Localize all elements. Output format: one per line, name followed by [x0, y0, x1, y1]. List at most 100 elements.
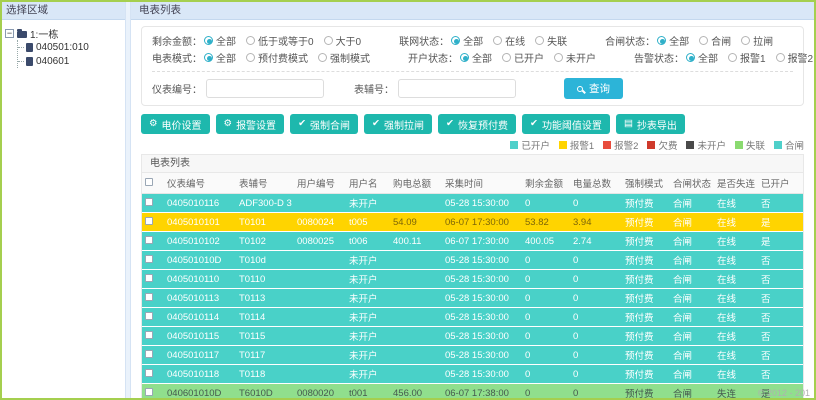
table-cell: 0 — [522, 307, 570, 327]
table-cell: 0 — [570, 345, 622, 365]
file-icon — [26, 56, 33, 66]
table-row[interactable]: 0405010116 ADF300-D 3 未开户 05-28 15:30:00 0 0 预… — [142, 193, 803, 213]
row-checkbox[interactable] — [145, 330, 153, 339]
radio-option[interactable]: 全部 — [451, 33, 483, 48]
table-row[interactable]: 040501010D T010d 未开户 05-28 15:30:00 0 0 预付费 合闸在… — [142, 250, 803, 270]
row-checkbox[interactable] — [145, 349, 153, 358]
radio-option[interactable]: 低于或等于0 — [246, 33, 314, 48]
radio-option[interactable]: 全部 — [204, 50, 236, 65]
table-row[interactable]: 040601010D T6010D 0080020 t001 456.00 06-07 1… — [142, 383, 803, 398]
radio-option[interactable]: 在线 — [493, 33, 525, 48]
radio-icon[interactable] — [554, 53, 563, 62]
row-checkbox[interactable] — [145, 311, 153, 320]
radio-selected-icon[interactable] — [460, 53, 469, 62]
radio-label: 全部 — [216, 54, 236, 65]
table-cell: 未开户 — [346, 269, 390, 289]
table-cell: 0 — [570, 193, 622, 213]
radio-option[interactable]: 失联 — [535, 33, 567, 48]
row-checkbox[interactable] — [145, 368, 153, 377]
radio-selected-icon[interactable] — [686, 53, 695, 62]
radio-icon[interactable] — [728, 53, 737, 62]
table-cell — [390, 269, 442, 289]
radio-option[interactable]: 合闸 — [699, 33, 731, 48]
legend-label: 已开户 — [521, 141, 550, 152]
force-close-button[interactable]: ✔ 强制合闸 — [290, 114, 359, 134]
filter-input[interactable] — [398, 79, 516, 98]
radio-icon[interactable] — [246, 53, 255, 62]
legend-item: 未开户 — [686, 138, 726, 152]
region-tree-panel: 选择区域 1:一栋 040501:010 040601 — [2, 2, 125, 398]
table-row[interactable]: 0405010110 T0110 未开户 05-28 15:30:00 0 0 预付费 合闸在… — [142, 269, 803, 289]
search-button[interactable]: 查询 — [564, 78, 623, 99]
radio-icon[interactable] — [775, 53, 785, 62]
radio-icon[interactable] — [699, 36, 709, 45]
price-setting-button[interactable]: ⚙ 电价设置 — [141, 114, 210, 134]
radio-icon[interactable] — [502, 53, 511, 62]
radio-icon[interactable] — [246, 36, 255, 45]
alarm-setting-button[interactable]: ⚙ 报警设置 — [215, 114, 285, 134]
row-checkbox[interactable] — [145, 387, 153, 396]
radio-selected-icon[interactable] — [657, 36, 667, 45]
row-checkbox[interactable] — [145, 235, 153, 244]
tree-node[interactable]: 040501:010 — [18, 40, 122, 54]
radio-option[interactable]: 报警2 — [775, 50, 813, 65]
legend-color-swatch — [647, 141, 656, 149]
table-row[interactable]: 0405010114 T0114 未开户 05-28 15:30:00 0 0 预付费 合闸在… — [142, 307, 803, 327]
radio-option[interactable]: 全部 — [657, 33, 689, 48]
table-cell: 05-28 15:30:00 — [442, 345, 522, 365]
collapse-icon[interactable] — [5, 28, 14, 38]
table-row[interactable]: 0405010101 T0101 0080024 t005 54.09 06-07 17:… — [142, 212, 803, 232]
table-cell: 05-28 15:30:00 — [442, 269, 522, 289]
table-cell — [390, 250, 442, 270]
table-cell: 否 — [758, 288, 803, 308]
row-checkbox[interactable] — [145, 197, 153, 206]
row-checkbox[interactable] — [145, 254, 153, 263]
radio-option[interactable]: 全部 — [686, 50, 718, 65]
radio-option[interactable]: 报警1 — [728, 50, 766, 65]
radio-selected-icon[interactable] — [204, 53, 213, 62]
table-cell: 合闸 — [670, 269, 714, 289]
check-icon: ✔ — [372, 118, 380, 130]
radio-option[interactable]: 拉闸 — [741, 33, 773, 48]
radio-option[interactable]: 全部 — [204, 33, 236, 48]
radio-option[interactable]: 强制模式 — [318, 50, 370, 65]
table-cell: 失连 — [714, 383, 758, 398]
row-checkbox[interactable] — [145, 273, 153, 282]
table-cell: 040601010D — [164, 383, 236, 398]
restore-prepaid-button[interactable]: ✔ 恢复预付费 — [438, 114, 516, 134]
row-select-cell — [142, 326, 164, 346]
force-open-button[interactable]: ✔ 强制拉闸 — [364, 114, 432, 134]
filter-box: 剩余金额： 全部 低于或等于0 大于0 联网状态： 全部 在线 失联 合闸状态： 全部 合闸 拉闸 电表… — [141, 26, 813, 106]
table-row[interactable]: 0405010118 T0118 未开户 05-28 15:30:00 0 0 预付费 合闸在… — [142, 364, 803, 384]
radio-selected-icon[interactable] — [204, 36, 213, 45]
threshold-setting-button[interactable]: ✔ 功能阈值设置 — [521, 114, 610, 134]
table-cell: T0115 — [236, 326, 294, 346]
table-row[interactable]: 0405010102 T0102 0080025 t006 400.11 06-07 17… — [142, 231, 803, 251]
radio-option[interactable]: 全部 — [460, 50, 492, 65]
gear-icon: ⚙ — [149, 118, 158, 130]
radio-option[interactable]: 未开户 — [554, 50, 596, 65]
table-cell: 0 — [570, 383, 622, 398]
row-checkbox[interactable] — [145, 292, 153, 301]
radio-option[interactable]: 大于0 — [323, 33, 361, 48]
radio-option[interactable]: 预付费模式 — [246, 50, 308, 65]
filter-rows: 剩余金额： 全部 低于或等于0 大于0 联网状态： 全部 在线 失联 合闸状态： 全部 合闸 拉闸 电表… — [152, 32, 813, 66]
meter-export-button[interactable]: ▤ 抄表导出 — [615, 114, 685, 134]
table-cell — [294, 345, 346, 365]
table-cell: 在线 — [714, 193, 758, 213]
radio-selected-icon[interactable] — [451, 36, 461, 45]
table-row[interactable]: 0405010113 T0113 未开户 05-28 15:30:00 0 0 预付费 合闸在… — [142, 288, 803, 308]
filter-input[interactable] — [206, 79, 324, 98]
tree-node[interactable]: 040601 — [18, 54, 122, 68]
row-checkbox[interactable] — [145, 216, 153, 225]
radio-icon[interactable] — [741, 36, 751, 45]
radio-icon[interactable] — [493, 36, 503, 45]
radio-icon[interactable] — [323, 36, 333, 45]
table-row[interactable]: 0405010117 T0117 未开户 05-28 15:30:00 0 0 预付费 合闸在… — [142, 345, 803, 365]
radio-option[interactable]: 已开户 — [502, 50, 544, 65]
select-all-checkbox[interactable] — [145, 177, 153, 186]
radio-icon[interactable] — [535, 36, 545, 45]
radio-icon[interactable] — [318, 53, 327, 62]
table-row[interactable]: 0405010115 T0115 未开户 05-28 15:30:00 0 0 预付费 合闸在… — [142, 326, 803, 346]
tree-node-root[interactable]: 1:一栋 — [5, 26, 122, 41]
